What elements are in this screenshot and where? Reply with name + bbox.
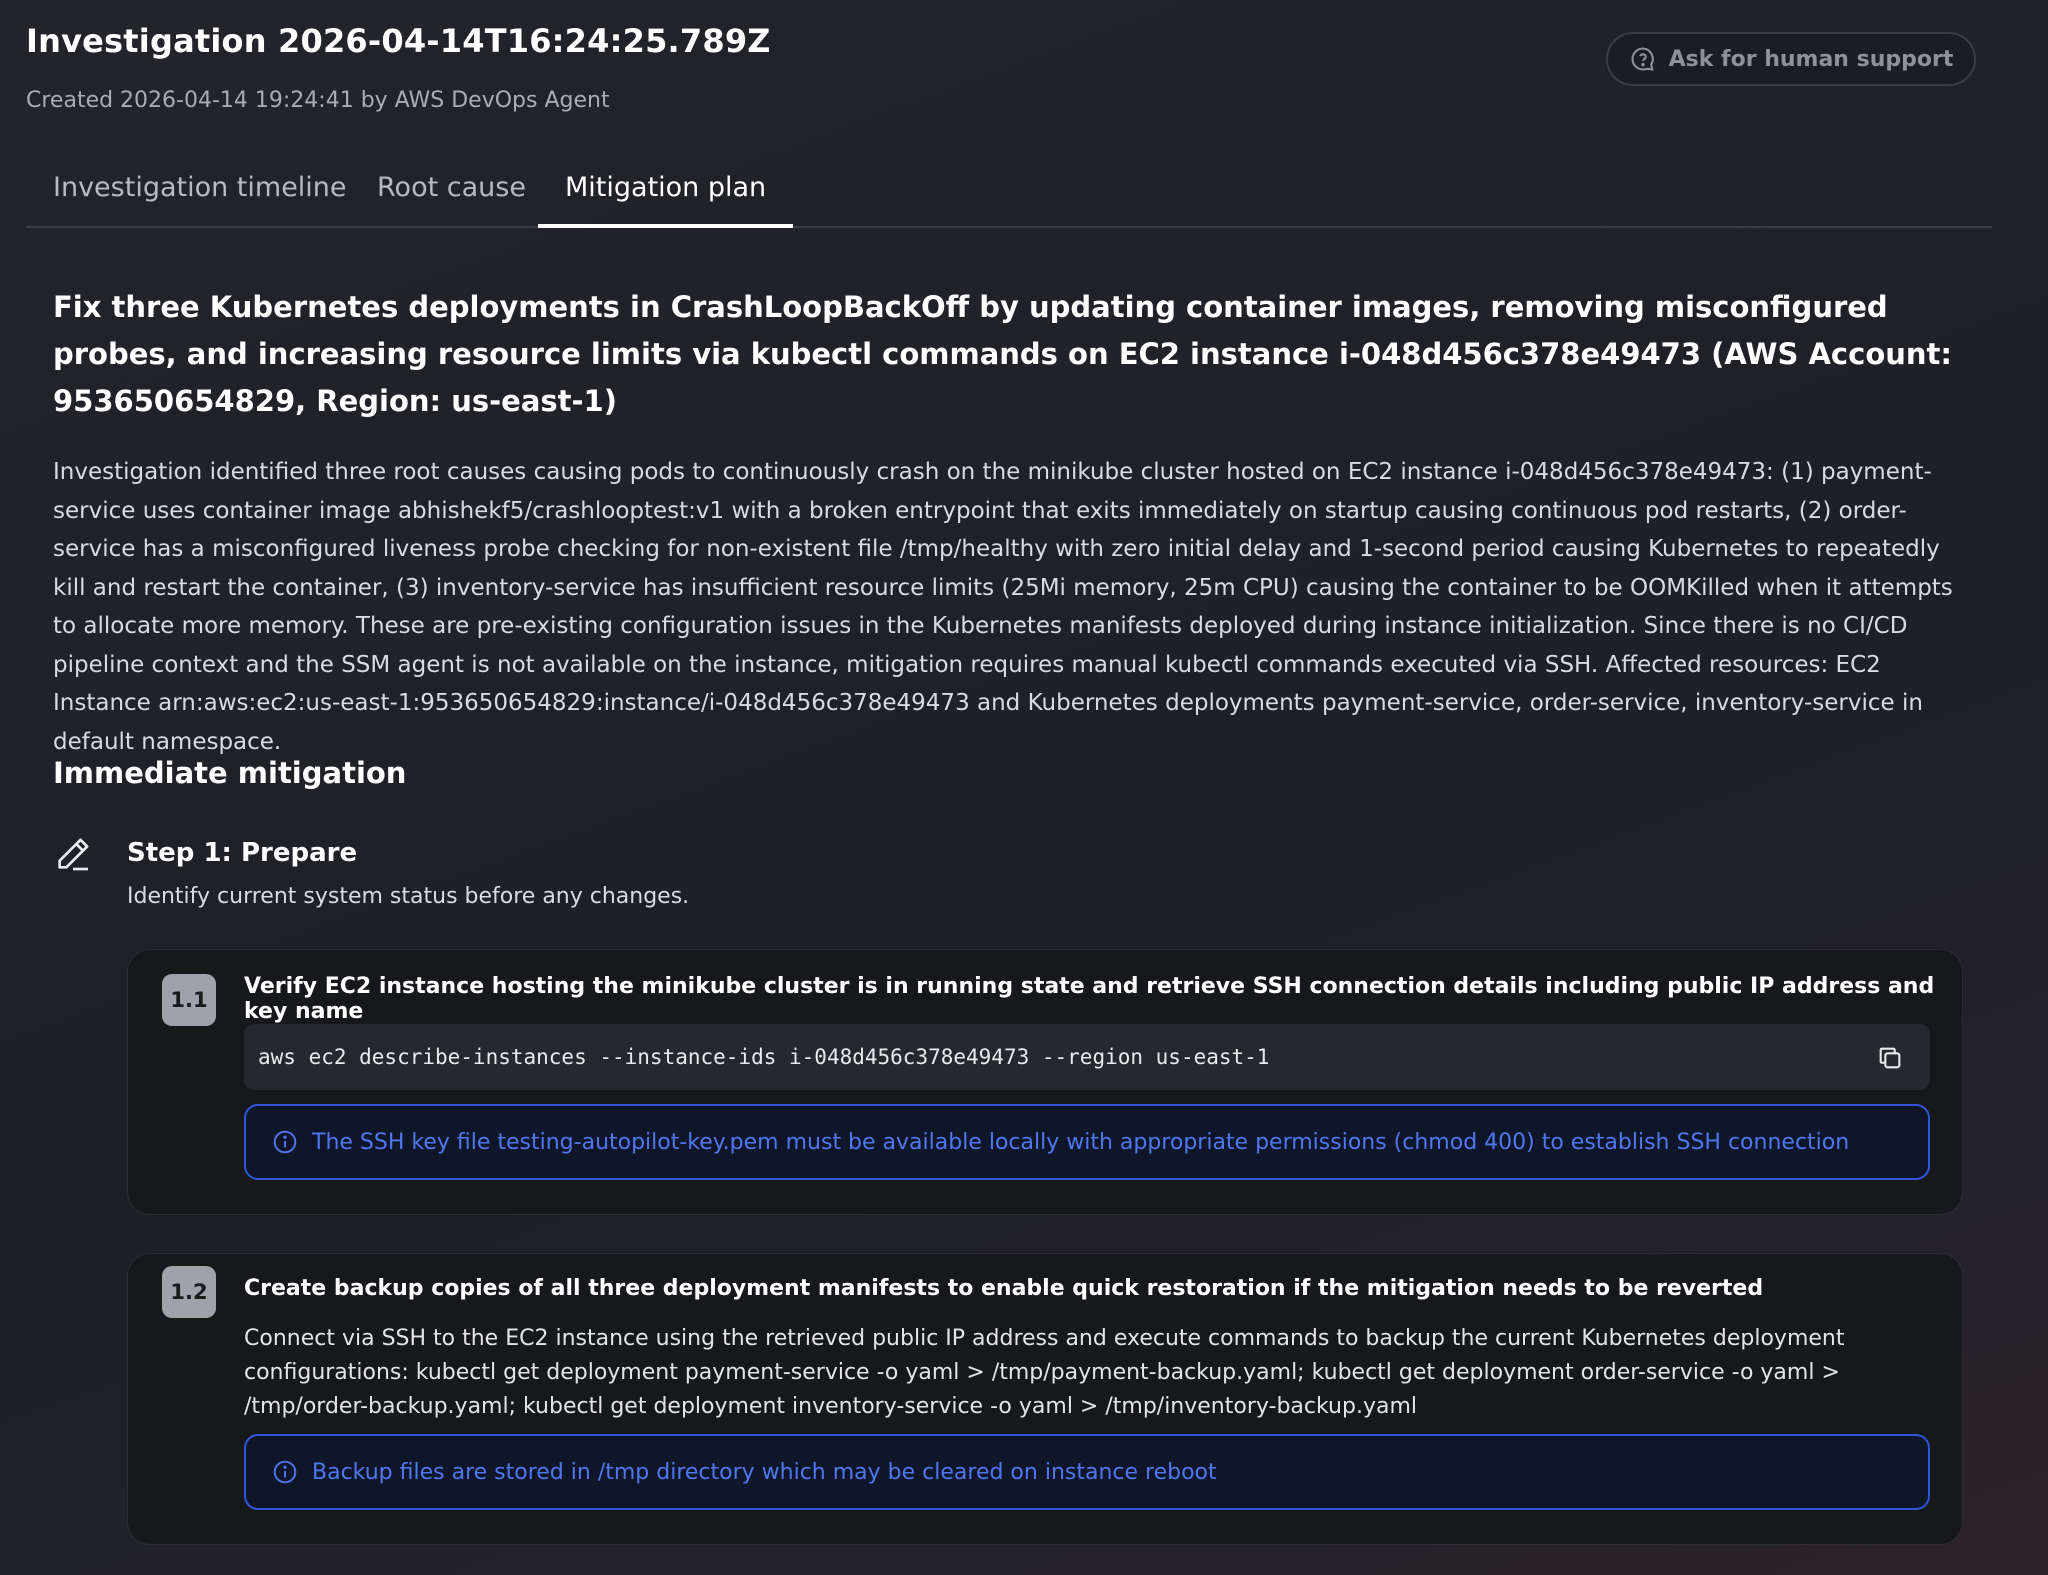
- plan-summary: Investigation identified three root caus…: [53, 459, 1953, 755]
- info-alert-text: The SSH key file testing-autopilot-key.p…: [312, 1129, 1850, 1155]
- substep-card: 1.1 Verify EC2 instance hosting the mini…: [128, 950, 1962, 1214]
- tab-bar: Investigation timeline Root cause Mitiga…: [26, 160, 1992, 228]
- command-code-block[interactable]: aws ec2 describe-instances --instance-id…: [244, 1024, 1930, 1090]
- substep-description: Connect via SSH to the EC2 instance usin…: [244, 1326, 1845, 1419]
- substep-title: Verify EC2 instance hosting the minikube…: [244, 974, 1935, 1024]
- page-subtitle: Created 2026-04-14 19:24:41 by AWS DevOp…: [26, 88, 610, 113]
- tab-root-cause[interactable]: Root cause: [350, 166, 553, 228]
- info-icon: [273, 1130, 297, 1154]
- page-title: Investigation 2026-04-14T16:24:25.789Z: [26, 22, 771, 60]
- step-description: Identify current system status before an…: [127, 884, 690, 909]
- investigation-page: Investigation 2026-04-14T16:24:25.789Z C…: [0, 0, 2048, 1575]
- command-text: aws ec2 describe-instances --instance-id…: [258, 1045, 1270, 1069]
- substep-badge: 1.1: [162, 974, 216, 1026]
- step-title: Step 1: Prepare: [127, 838, 358, 868]
- ask-human-support-button[interactable]: Ask for human support: [1606, 32, 1976, 86]
- substep-title: Create backup copies of all three deploy…: [244, 1276, 1764, 1301]
- copy-icon[interactable]: [1876, 1044, 1904, 1072]
- mitigation-plan-content: Fix three Kubernetes deployments in Cras…: [53, 284, 1963, 761]
- info-alert: Backup files are stored in /tmp director…: [244, 1434, 1930, 1510]
- substep-card: 1.2 Create backup copies of all three de…: [128, 1254, 1962, 1544]
- support-button-label: Ask for human support: [1668, 46, 1954, 72]
- plan-headline: Fix three Kubernetes deployments in Cras…: [53, 290, 1952, 418]
- info-alert: The SSH key file testing-autopilot-key.p…: [244, 1104, 1930, 1180]
- info-icon: [273, 1460, 297, 1484]
- substep-badge: 1.2: [162, 1266, 216, 1318]
- info-alert-text: Backup files are stored in /tmp director…: [312, 1459, 1217, 1485]
- help-chat-icon: [1631, 47, 1654, 71]
- tab-investigation-timeline[interactable]: Investigation timeline: [26, 166, 374, 228]
- pencil-icon: [58, 838, 89, 871]
- section-title-immediate-mitigation: Immediate mitigation: [53, 756, 407, 790]
- tab-mitigation-plan[interactable]: Mitigation plan: [538, 166, 794, 228]
